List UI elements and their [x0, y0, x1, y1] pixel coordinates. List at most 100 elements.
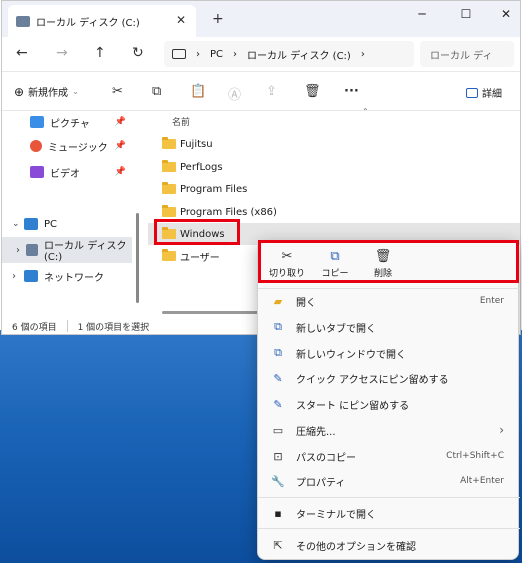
breadcrumb-separator: › [196, 48, 200, 60]
new-tab-button[interactable]: + [212, 11, 224, 27]
sidebar-item-label: ピクチャ [50, 118, 90, 130]
terminal-icon: ▪ [274, 506, 282, 520]
sort-ascending-icon: ⌃ [362, 107, 369, 116]
tab-close-icon[interactable]: ✕ [176, 13, 186, 27]
menu-item-shortcut: Enter [479, 296, 504, 306]
sidebar-item-label: ローカル ディスク (C:) [44, 241, 127, 263]
pictures-icon [30, 116, 44, 128]
new-button-label: 新規作成 [28, 88, 69, 99]
rename-icon[interactable]: Ⓐ [228, 84, 241, 103]
cut-icon[interactable]: ✂ [112, 84, 123, 99]
menu-item-open-terminal[interactable]: ▪ ターミナルで開く [264, 501, 514, 525]
file-row-fujitsu[interactable]: Fujitsu [162, 133, 213, 155]
maximize-button[interactable]: ☐ [456, 7, 476, 21]
sidebar-item-local-disk[interactable]: › ローカル ディスク (C:) [2, 237, 132, 263]
menu-item-label: クイック アクセスにピン留めする [296, 374, 449, 386]
file-row-perflogs[interactable]: PerfLogs [162, 156, 223, 178]
plus-circle-icon: ⊕ [14, 84, 25, 99]
item-count: 6 個の項目 [12, 322, 57, 333]
compress-icon: ▭ [272, 423, 284, 437]
explorer-tab[interactable]: ローカル ディスク (C:) ✕ [8, 5, 196, 37]
title-bar: ローカル ディスク (C:) ✕ + ─ ☐ ✕ [2, 1, 520, 37]
folder-icon [162, 160, 176, 172]
file-row-users[interactable]: ユーザー [162, 245, 220, 267]
menu-divider [258, 528, 520, 529]
folder-icon [162, 205, 176, 217]
file-name: Program Files (x86) [180, 206, 277, 218]
properties-icon: 🔧 [271, 474, 285, 488]
folder-icon [162, 249, 176, 261]
pc-icon [24, 218, 38, 230]
up-button[interactable]: ↑ [94, 45, 106, 61]
paste-icon[interactable]: 📋 [190, 84, 206, 99]
sidebar-item-videos[interactable]: ビデオ 📌 [2, 161, 132, 183]
more-options-button[interactable]: ··· [344, 84, 359, 99]
sidebar-scrollbar[interactable] [136, 213, 139, 303]
selection-count: 1 個の項目を選択 [77, 322, 150, 333]
breadcrumb-drive[interactable]: ローカル ディスク (C:) [247, 47, 351, 62]
network-icon [24, 270, 38, 282]
forward-button[interactable]: → [56, 45, 68, 61]
menu-item-label: パスのコピー [296, 452, 356, 464]
drive-icon [16, 15, 30, 27]
sidebar-item-network[interactable]: › ネットワーク [2, 265, 132, 287]
menu-item-shortcut: Alt+Enter [460, 476, 504, 486]
share-icon[interactable]: ⇪ [266, 84, 277, 99]
sidebar-item-pc[interactable]: ⌄ PC [2, 213, 132, 235]
back-button[interactable]: ← [16, 45, 28, 61]
more-options-icon: ⇱ [273, 538, 283, 552]
search-input[interactable]: ローカル ディ [420, 41, 514, 67]
delete-icon[interactable]: 🗑 [304, 84, 321, 99]
file-row-program-files[interactable]: Program Files [162, 178, 247, 200]
minimize-button[interactable]: ─ [412, 7, 432, 21]
details-pane-button[interactable]: 詳細 [466, 85, 502, 100]
navigation-pane: ピクチャ 📌 ミュージック 📌 ビデオ 📌 ⌄ PC › ローカル ディスク (… [2, 111, 138, 313]
menu-item-copy-path[interactable]: ⊡ パスのコピー Ctrl+Shift+C [264, 444, 514, 468]
pin-start-icon: ✎ [273, 397, 283, 411]
menu-item-properties[interactable]: 🔧 プロパティ Alt+Enter [264, 469, 514, 493]
music-icon [30, 140, 42, 152]
breadcrumb-separator: › [233, 48, 238, 60]
menu-item-label: スタート にピン留めする [296, 400, 410, 412]
menu-item-pin-start[interactable]: ✎ スタート にピン留めする [264, 392, 514, 416]
videos-icon [30, 166, 44, 178]
copy-icon[interactable]: ⧉ [152, 84, 161, 99]
chevron-down-icon: ⌄ [72, 87, 79, 96]
menu-item-label: 圧縮先... [296, 426, 336, 438]
menu-item-label: 新しいタブで開く [296, 323, 376, 335]
sidebar-item-label: ビデオ [50, 168, 80, 180]
folder-icon [162, 182, 176, 194]
menu-item-show-more-options[interactable]: ⇱ その他のオプションを確認 [264, 533, 514, 557]
sidebar-item-music[interactable]: ミュージック 📌 [2, 135, 132, 157]
menu-item-label: その他のオプションを確認 [296, 541, 416, 553]
close-window-button[interactable]: ✕ [496, 7, 516, 21]
menu-item-label: 新しいウィンドウで開く [296, 349, 406, 361]
chevron-right-icon: › [12, 270, 16, 282]
pin-icon: 📌 [114, 141, 126, 151]
tab-title: ローカル ディスク (C:) [36, 17, 140, 29]
menu-item-open-new-tab[interactable]: ⧉ 新しいタブで開く [264, 315, 514, 339]
details-label: 詳細 [482, 89, 502, 100]
menu-item-compress[interactable]: ▭ 圧縮先... › [264, 418, 514, 442]
sidebar-item-pictures[interactable]: ピクチャ 📌 [2, 111, 132, 133]
details-pane-icon [466, 87, 478, 98]
navigation-bar: ← → ↑ ↻ › PC › ローカル ディスク (C:) › ローカル ディ [2, 37, 520, 71]
menu-item-shortcut: Ctrl+Shift+C [446, 451, 504, 461]
file-name: PerfLogs [180, 161, 223, 173]
menu-item-open-new-window[interactable]: ⧉ 新しいウィンドウで開く [264, 341, 514, 365]
horizontal-scrollbar[interactable] [162, 311, 258, 314]
address-bar[interactable]: › PC › ローカル ディスク (C:) › [164, 41, 414, 67]
context-menu: ✂ 切り取り ⧉ コピー 🗑 削除 ▰ 開く Enter ⧉ 新しいタブで開く … [257, 240, 520, 560]
menu-item-open[interactable]: ▰ 開く Enter [264, 289, 514, 313]
pin-icon: 📌 [114, 167, 126, 177]
new-button[interactable]: ⊕ 新規作成 ⌄ [14, 84, 79, 100]
folder-icon [162, 137, 176, 149]
menu-item-pin-quick-access[interactable]: ✎ クイック アクセスにピン留めする [264, 366, 514, 390]
column-header-name[interactable]: 名前 [172, 115, 190, 128]
file-name: Program Files [180, 183, 248, 195]
breadcrumb-pc[interactable]: PC [210, 49, 223, 60]
breadcrumb-separator[interactable]: › [361, 49, 365, 60]
new-tab-icon: ⧉ [274, 320, 282, 333]
refresh-button[interactable]: ↻ [132, 45, 144, 61]
copy-path-icon: ⊡ [273, 449, 283, 463]
